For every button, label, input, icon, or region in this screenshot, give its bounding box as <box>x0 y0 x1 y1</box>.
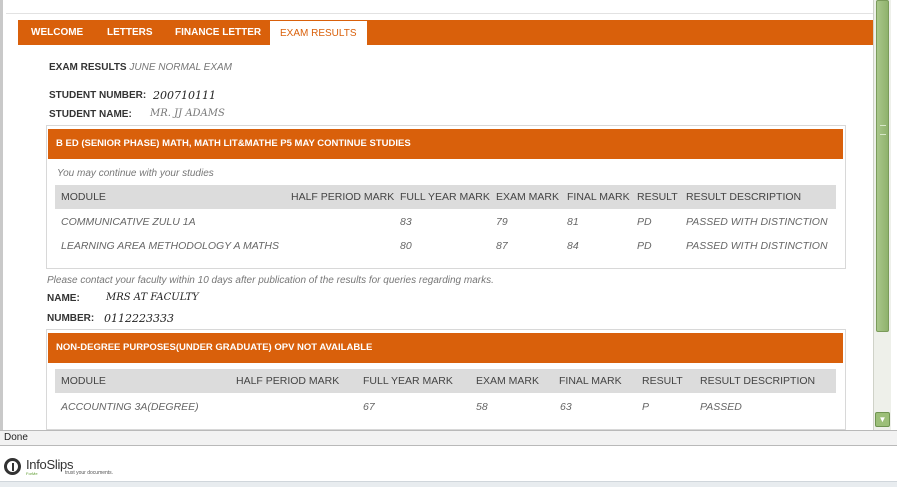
qualification-title-2: NON-DEGREE PURPOSES(UNDER GRADUATE) OPV … <box>48 333 843 363</box>
col-result-description: RESULT DESCRIPTION <box>686 191 802 203</box>
browser-viewport: WELCOME LETTERS FINANCE LETTER EXAM RESU… <box>0 0 900 430</box>
cell-description: PASSED <box>700 401 742 413</box>
cell-exam: 58 <box>476 401 488 413</box>
col-exam-mark: EXAM MARK <box>496 191 560 203</box>
col-final-mark: FINAL MARK <box>567 191 630 203</box>
col-exam-mark: EXAM MARK <box>476 375 540 387</box>
cell-result: P <box>642 401 650 413</box>
cell-full-year: 67 <box>363 401 375 413</box>
tab-welcome[interactable]: WELCOME <box>31 20 83 45</box>
exam-heading: EXAM RESULTS JUNE NORMAL EXAM <box>49 62 232 73</box>
student-number-label: STUDENT NUMBER: <box>49 90 147 101</box>
col-result-description: RESULT DESCRIPTION <box>700 375 816 387</box>
cell-result: PD <box>637 240 652 252</box>
col-module: MODULE <box>61 375 106 387</box>
logo-sub: ForMe <box>26 471 38 476</box>
col-half-period-mark: HALF PERIOD MARK <box>291 191 395 203</box>
cell-module: LEARNING AREA METHODOLOGY A MATHS <box>61 240 280 252</box>
cell-final: 84 <box>567 240 579 252</box>
results-table-header-2: MODULE HALF PERIOD MARK FULL YEAR MARK E… <box>55 369 836 393</box>
cell-full-year: 80 <box>400 240 412 252</box>
logo-tagline: trust your documents. <box>65 470 114 476</box>
cell-result: PD <box>637 216 652 228</box>
col-full-year-mark: FULL YEAR MARK <box>363 375 453 387</box>
cell-exam: 79 <box>496 216 508 228</box>
cell-module: COMMUNICATIVE ZULU 1A <box>61 216 196 228</box>
tab-finance-letter[interactable]: FINANCE LETTER <box>175 20 261 45</box>
scroll-down-arrow-icon[interactable]: ▼ <box>875 412 890 427</box>
cell-exam: 87 <box>496 240 508 252</box>
exam-heading-value: JUNE NORMAL EXAM <box>129 62 233 73</box>
scrollbar-thumb[interactable] <box>876 0 889 332</box>
page-top-strip <box>6 0 876 14</box>
exam-heading-label: EXAM RESULTS <box>49 62 127 73</box>
cell-module: ACCOUNTING 3A(DEGREE) <box>61 401 199 413</box>
cell-final: 81 <box>567 216 579 228</box>
faculty-number-label: NUMBER: <box>47 313 95 324</box>
continue-studies-note: You may continue with your studies <box>57 168 214 179</box>
col-final-mark: FINAL MARK <box>559 375 622 387</box>
student-name-label: STUDENT NAME: <box>49 109 132 120</box>
student-number-value: 200710111 <box>153 89 216 102</box>
scrollbar-grip-icon <box>880 125 886 135</box>
footer-rule <box>0 481 897 487</box>
col-half-period-mark: HALF PERIOD MARK <box>236 375 340 387</box>
col-full-year-mark: FULL YEAR MARK <box>400 191 490 203</box>
tab-exam-results[interactable]: EXAM RESULTS <box>269 20 368 45</box>
student-name-value: MR. JJ ADAMS <box>150 108 225 119</box>
cell-description: PASSED WITH DISTINCTION <box>686 240 828 252</box>
faculty-contact-note: Please contact your faculty within 10 da… <box>47 275 494 286</box>
tab-letters[interactable]: LETTERS <box>107 20 153 45</box>
footer: InfoSlips ForMe trust your documents. <box>0 447 900 488</box>
faculty-name-label: NAME: <box>47 293 80 304</box>
cell-description: PASSED WITH DISTINCTION <box>686 216 828 228</box>
qualification-title-1: B ED (SENIOR PHASE) MATH, MATH LIT&MATHE… <box>48 129 843 159</box>
status-text: Done <box>4 432 28 443</box>
infoslips-logo-icon <box>4 458 21 475</box>
status-bar: Done <box>0 430 897 446</box>
faculty-name-value: MRS AT FACULTY <box>106 292 199 303</box>
cell-full-year: 83 <box>400 216 412 228</box>
tab-bar: WELCOME LETTERS FINANCE LETTER EXAM RESU… <box>18 20 873 45</box>
cell-final: 63 <box>560 401 572 413</box>
col-result: RESULT <box>642 375 683 387</box>
faculty-number-value: 0112223333 <box>104 312 174 325</box>
vertical-scrollbar[interactable]: ▼ <box>873 0 891 430</box>
results-table-header-1: MODULE HALF PERIOD MARK FULL YEAR MARK E… <box>55 185 836 209</box>
col-result: RESULT <box>637 191 678 203</box>
col-module: MODULE <box>61 191 106 203</box>
